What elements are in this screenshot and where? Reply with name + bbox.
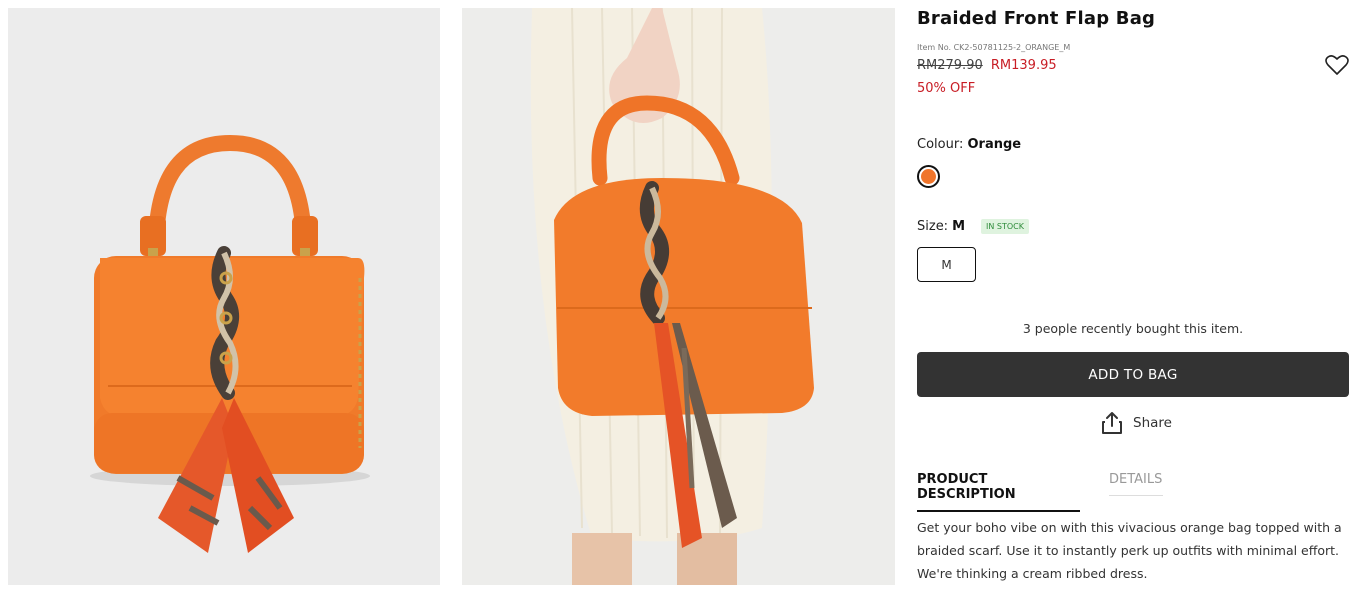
sale-price: RM139.95 [990,58,1057,73]
swatch-fill [921,169,936,184]
tab-product-description[interactable]: PRODUCT DESCRIPTION [917,472,1080,512]
product-image-model[interactable] [462,8,895,585]
price-row: RM279.90 RM139.95 [917,58,1057,73]
colour-row: Colour: Orange [917,137,1021,152]
tab-details[interactable]: DETAILS [1109,472,1163,496]
discount-label: 50% OFF [917,81,976,96]
colour-swatch-orange[interactable] [917,165,940,188]
colour-label: Colour: [917,137,964,152]
size-option-m[interactable]: M [917,247,976,282]
product-title: Braided Front Flap Bag [917,8,1156,29]
size-label: Size: [917,219,949,234]
product-info-panel: Braided Front Flap Bag Item No. CK2-5078… [917,0,1357,592]
product-description-text: Get your boho vibe on with this vivaciou… [917,520,1342,581]
share-icon [1102,412,1122,434]
share-button[interactable]: Share [1101,411,1172,435]
bag-model-illustration [530,8,814,585]
add-to-bag-button[interactable]: ADD TO BAG [917,352,1349,397]
size-value: M [952,219,966,234]
item-number: Item No. CK2-50781125-2_ORANGE_M [917,43,1071,52]
stock-badge: IN STOCK [981,219,1029,234]
bag-front-illustration [90,134,370,553]
product-image-front[interactable] [8,8,440,585]
colour-value: Orange [967,137,1022,152]
share-label: Share [1133,415,1172,431]
size-row: Size: M IN STOCK [917,219,1029,234]
heart-icon[interactable] [1325,54,1349,76]
original-price: RM279.90 [917,58,983,73]
social-proof-text: 3 people recently bought this item. [1022,321,1244,336]
